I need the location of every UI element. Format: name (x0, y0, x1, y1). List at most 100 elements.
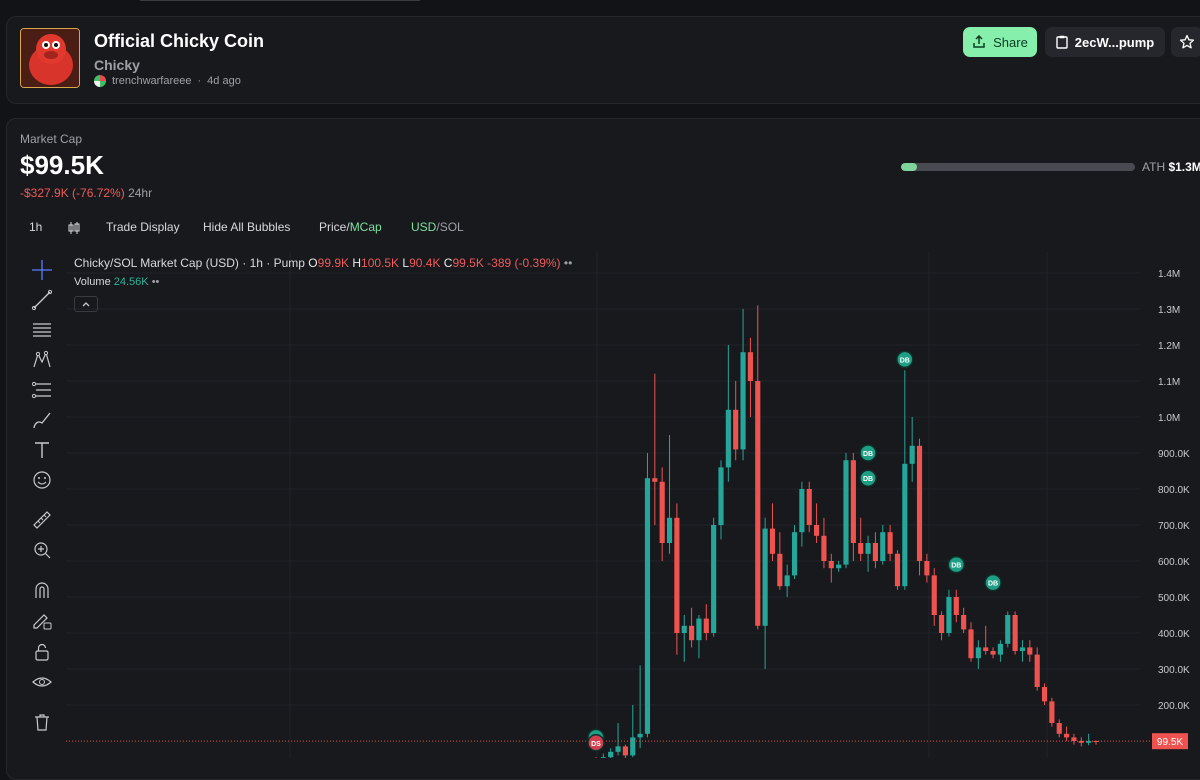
trade-bubble-label: DB (988, 581, 998, 588)
y-tick-label: 800.0K (1158, 485, 1190, 496)
candle-body (762, 528, 768, 626)
candle-body (725, 409, 731, 468)
candle-body (769, 528, 776, 554)
y-tick-label: 900.0K (1158, 449, 1190, 460)
volume-legend: Volume 24.56K •• (74, 276, 159, 288)
candle-body (939, 615, 945, 633)
candle-body (696, 618, 702, 641)
close-value: 99.5K (452, 256, 484, 270)
candle-body (689, 625, 695, 641)
candle-body (784, 575, 790, 587)
trade-bubble-label: DB (900, 357, 910, 364)
collapse-legend-button[interactable] (74, 296, 98, 312)
candle-body (674, 517, 680, 633)
y-tick-label: 400.0K (1158, 629, 1190, 640)
candle-body (975, 647, 981, 659)
candle-body (968, 629, 974, 659)
high-label: H (352, 256, 362, 270)
candle-body (799, 489, 805, 533)
candle-body (1041, 687, 1048, 702)
candle-body (747, 352, 753, 381)
candle-body (644, 478, 651, 734)
y-tick-label: 300.0K (1158, 665, 1190, 676)
trade-bubble-label: DS (591, 741, 601, 748)
volume-label: Volume (74, 276, 111, 288)
candle-body (953, 597, 959, 615)
chevron-up-icon (82, 302, 90, 307)
y-tick-label: 1.2M (1158, 341, 1180, 352)
candle-body (828, 561, 834, 569)
candle-body (1019, 647, 1026, 651)
candle-body (733, 409, 739, 450)
candle-body (1034, 654, 1040, 687)
candle-body (615, 746, 621, 752)
candle-body (703, 618, 709, 633)
low-value: 90.4K (409, 256, 441, 270)
chart-title: Chicky/SOL Market Cap (USD) · 1h · Pump (74, 256, 305, 270)
candle-body (843, 460, 849, 565)
candle-body (902, 463, 908, 587)
candle-body (865, 543, 871, 554)
change-value: -389 (-0.39%) (487, 256, 561, 270)
y-tick-label: 1.1M (1158, 377, 1180, 388)
trade-bubble-label: DB (863, 476, 873, 483)
open-label: O (308, 256, 318, 270)
candle-body (1005, 615, 1011, 644)
candle-body (806, 489, 812, 525)
candle-body (931, 575, 937, 615)
y-tick-label: 700.0K (1158, 521, 1190, 532)
candle-body (681, 625, 687, 633)
y-tick-label: 600.0K (1158, 557, 1190, 568)
candle-body (924, 561, 930, 576)
volume-value: 24.56K (113, 276, 149, 288)
y-tick-label: 500.0K (1158, 593, 1190, 604)
candle-body (997, 643, 1003, 655)
candle-body (622, 746, 628, 756)
candle-body (608, 751, 614, 758)
y-tick-label: 1.4M (1158, 269, 1180, 280)
candle-body (1027, 647, 1033, 655)
last-price-label: 99.5K (1157, 737, 1183, 748)
candle-body (777, 553, 783, 587)
candle-body (755, 381, 761, 626)
candle-body (637, 733, 643, 738)
candle-body (850, 460, 856, 543)
candle-body (659, 481, 665, 543)
candle-body (711, 525, 717, 633)
candle-body (791, 532, 798, 576)
candle-body (946, 597, 952, 633)
y-tick-label: 200.0K (1158, 701, 1190, 712)
candle-body (872, 543, 878, 561)
trade-bubble-label: DB (951, 563, 961, 570)
candle-body (1049, 701, 1055, 723)
candle-body (630, 737, 636, 756)
candle-body (990, 651, 996, 655)
candle-body (887, 532, 893, 554)
high-value: 100.5K (361, 256, 400, 270)
candle-body (836, 564, 842, 569)
candle-body (909, 445, 915, 464)
candle-body (1071, 737, 1077, 741)
candle-body (814, 525, 820, 536)
candle-body (1012, 615, 1018, 651)
y-tick-label: 1.3M (1158, 305, 1180, 316)
candle-body (821, 535, 827, 561)
volume-menu-dots[interactable]: •• (152, 276, 160, 288)
candlestick-chart[interactable]: 1.4M 1.3M 1.2M 1.1M 1.0M 900.0K 800.0K 700.0K 60… (0, 0, 1200, 758)
candle-body (858, 543, 864, 554)
trade-bubble-label: DB (863, 451, 873, 458)
legend-menu-dots[interactable]: •• (564, 256, 572, 270)
candle-body (740, 352, 746, 450)
candle-body (880, 532, 886, 561)
open-value: 99.9K (317, 256, 349, 270)
candle-body (652, 478, 658, 482)
candle-body (983, 647, 989, 651)
candle-body (1056, 723, 1062, 734)
candle-body (916, 445, 923, 561)
candle-body (1064, 733, 1070, 738)
candle-body (718, 467, 724, 525)
candle-body (961, 615, 967, 630)
chart-legend: Chicky/SOL Market Cap (USD) · 1h · Pump … (74, 256, 572, 270)
candle-body (666, 517, 673, 543)
y-tick-label: 1.0M (1158, 413, 1180, 424)
